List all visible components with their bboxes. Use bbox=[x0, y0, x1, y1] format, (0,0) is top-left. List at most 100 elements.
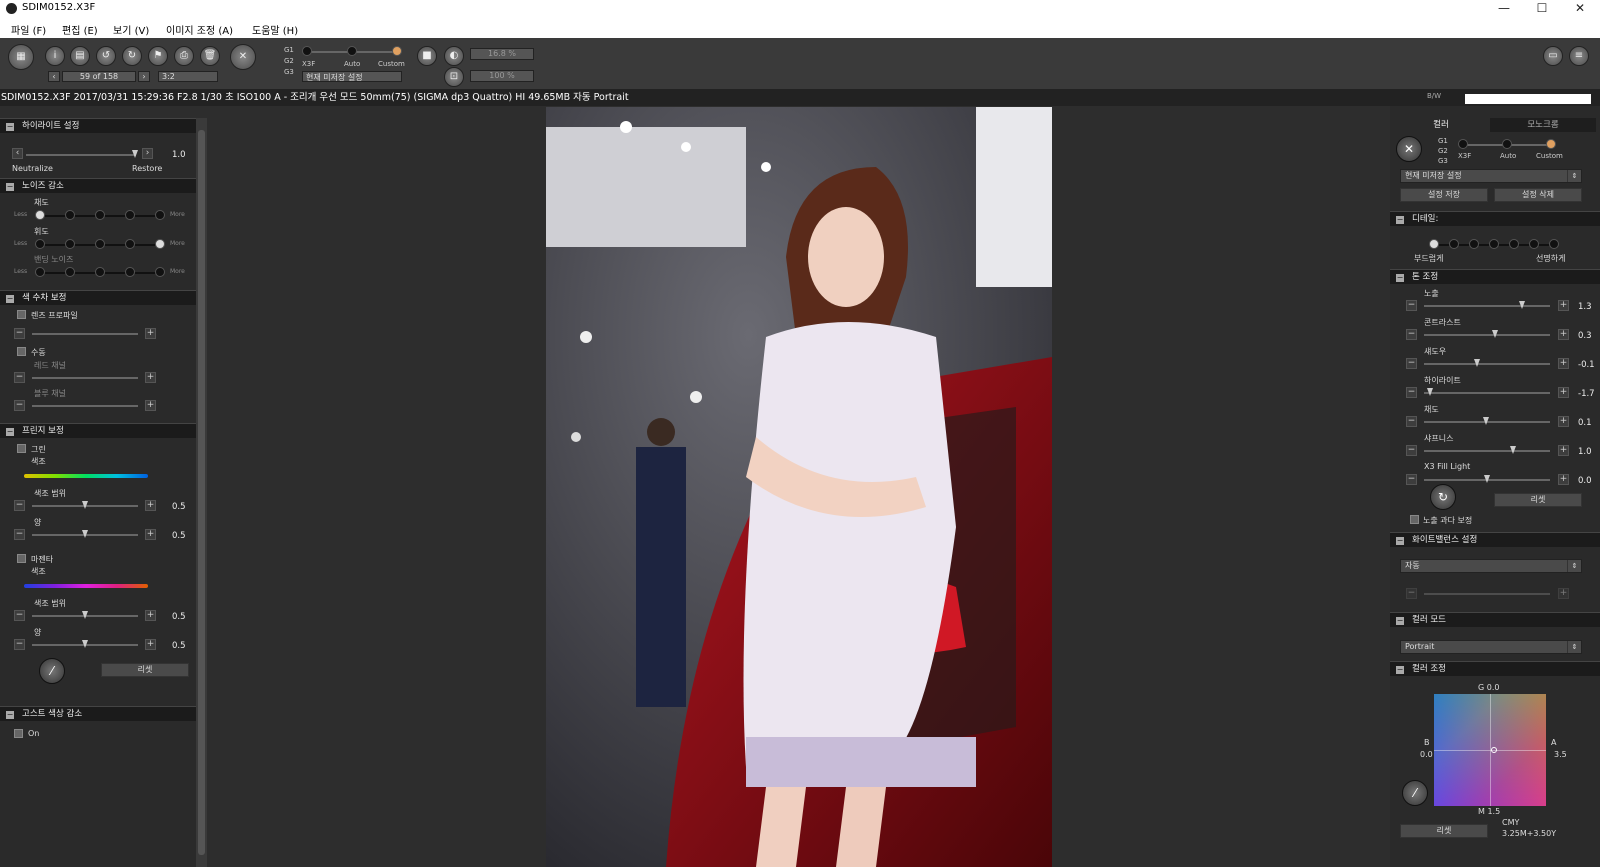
auto-tone-icon[interactable]: ↻ bbox=[1430, 484, 1456, 510]
red-plus-button[interactable]: + bbox=[145, 372, 156, 383]
menu-file[interactable]: 파일 (F) bbox=[11, 22, 46, 37]
collapse-icon[interactable]: − bbox=[6, 295, 14, 303]
collapse-icon[interactable]: − bbox=[6, 183, 14, 191]
film-icon[interactable]: ▦ bbox=[8, 44, 34, 70]
green-hue-gradient[interactable] bbox=[24, 474, 148, 478]
slider-knob[interactable] bbox=[82, 501, 88, 509]
rotate-left-icon[interactable]: ↺ bbox=[96, 46, 116, 66]
next-image-button[interactable]: › bbox=[138, 71, 150, 82]
screen-icon[interactable]: ▭ bbox=[1543, 46, 1563, 66]
zoom-fit-value[interactable]: 16.8 % bbox=[470, 48, 534, 60]
luminance-noise-dot-5[interactable] bbox=[155, 239, 165, 249]
info-icon[interactable]: i bbox=[45, 46, 65, 66]
luminance-noise-dot-4[interactable] bbox=[125, 239, 135, 249]
detail-dot-5[interactable] bbox=[1509, 239, 1519, 249]
tone-minus-button[interactable]: − bbox=[1406, 300, 1417, 311]
mode-auto-dot[interactable] bbox=[347, 46, 357, 56]
slider-knob[interactable] bbox=[82, 530, 88, 538]
tone-minus-button[interactable]: − bbox=[1406, 445, 1417, 456]
detail-dot-2[interactable] bbox=[1449, 239, 1459, 249]
luminance-noise-dot-1[interactable] bbox=[35, 239, 45, 249]
minimize-button[interactable]: — bbox=[1486, 0, 1522, 18]
detail-dot-1[interactable] bbox=[1429, 239, 1439, 249]
manual-checkbox[interactable] bbox=[17, 347, 26, 356]
color-point[interactable] bbox=[1491, 747, 1497, 753]
delete-settings-button[interactable]: 설정 삭제 bbox=[1494, 188, 1582, 202]
red-channel-slider[interactable] bbox=[32, 377, 138, 379]
tone-minus-button[interactable]: − bbox=[1406, 358, 1417, 369]
ratio-select[interactable]: 3:2 bbox=[158, 71, 218, 82]
detail-dot-6[interactable] bbox=[1529, 239, 1539, 249]
menu-image-adjust[interactable]: 이미지 조정 (A) bbox=[166, 22, 233, 37]
highlight-right-arrow[interactable]: › bbox=[142, 148, 153, 159]
luminance-noise-dot-2[interactable] bbox=[65, 239, 75, 249]
fringe-reset-button[interactable]: 리셋 bbox=[101, 663, 189, 677]
collapse-icon[interactable]: − bbox=[1396, 274, 1404, 282]
left-panel-scrollbar[interactable] bbox=[196, 118, 207, 867]
mode-x3f-dot[interactable] bbox=[302, 46, 312, 56]
tone-plus-button[interactable]: + bbox=[1558, 329, 1569, 340]
highlight-section-header[interactable]: − 하이라이트 설정 bbox=[0, 118, 196, 133]
mode-custom-dot[interactable] bbox=[392, 46, 402, 56]
tone-slider[interactable] bbox=[1424, 450, 1550, 452]
ghost-section-header[interactable]: − 고스트 색상 감소 bbox=[0, 706, 196, 721]
mode-x3f-dot[interactable] bbox=[1458, 139, 1468, 149]
tone-section-header[interactable]: − 톤 조정 bbox=[1390, 269, 1600, 284]
overexposure-checkbox[interactable] bbox=[1410, 515, 1419, 524]
colormode-select[interactable]: Portrait ⇕ bbox=[1400, 640, 1582, 654]
chroma-noise-dot-4[interactable] bbox=[125, 210, 135, 220]
tone-slider-knob[interactable] bbox=[1427, 388, 1433, 396]
chroma-section-header[interactable]: − 색 수차 보정 bbox=[0, 290, 196, 305]
blue-plus-button[interactable]: + bbox=[145, 400, 156, 411]
lens-slider[interactable] bbox=[32, 333, 138, 335]
print-icon[interactable]: ⎙ bbox=[174, 46, 194, 66]
noise-section-header[interactable]: − 노이즈 감소 bbox=[0, 178, 196, 193]
plus-button[interactable]: + bbox=[145, 500, 156, 511]
photo-preview[interactable] bbox=[546, 107, 1052, 867]
magenta-checkbox[interactable] bbox=[17, 554, 26, 563]
tone-minus-button[interactable]: − bbox=[1406, 474, 1417, 485]
tone-plus-button[interactable]: + bbox=[1558, 445, 1569, 456]
collapse-icon[interactable]: − bbox=[1396, 666, 1404, 674]
tone-slider-knob[interactable] bbox=[1483, 417, 1489, 425]
blue-channel-slider[interactable] bbox=[32, 405, 138, 407]
plus-button[interactable]: + bbox=[145, 529, 156, 540]
magenta-hue-gradient[interactable] bbox=[24, 584, 148, 588]
sigma-x-icon[interactable]: ✕ bbox=[1396, 136, 1422, 162]
collapse-icon[interactable]: − bbox=[6, 711, 14, 719]
detail-dot-3[interactable] bbox=[1469, 239, 1479, 249]
highlight-slider[interactable] bbox=[26, 154, 136, 156]
stop-icon[interactable]: ■ bbox=[417, 46, 437, 66]
crop-icon[interactable]: ◐ bbox=[444, 46, 464, 66]
wb-slider[interactable] bbox=[1424, 593, 1550, 595]
chroma-noise-dot-1[interactable] bbox=[35, 210, 45, 220]
chroma-noise-dot-2[interactable] bbox=[65, 210, 75, 220]
scrollbar-thumb[interactable] bbox=[198, 130, 205, 855]
wb-section-header[interactable]: − 화이트밸런스 설정 bbox=[1390, 532, 1600, 547]
maximize-button[interactable]: ☐ bbox=[1524, 0, 1560, 18]
minus-button[interactable]: − bbox=[14, 529, 25, 540]
tone-slider-knob[interactable] bbox=[1492, 330, 1498, 338]
delete-icon[interactable]: 🗑 bbox=[200, 46, 220, 66]
luminance-noise-dot-3[interactable] bbox=[95, 239, 105, 249]
lens-profile-checkbox[interactable] bbox=[17, 310, 26, 319]
tone-plus-button[interactable]: + bbox=[1558, 358, 1569, 369]
eyedropper-icon[interactable]: ⁄ bbox=[39, 658, 65, 684]
banding-noise-dot-4[interactable] bbox=[125, 267, 135, 277]
fringe-section-header[interactable]: − 프린지 보정 bbox=[0, 423, 196, 438]
minus-button[interactable]: − bbox=[14, 500, 25, 511]
preset-select[interactable]: 현재 미저장 설정 bbox=[302, 71, 402, 82]
detail-section-header[interactable]: − 디테일: bbox=[1390, 211, 1600, 226]
rotate-right-icon[interactable]: ↻ bbox=[122, 46, 142, 66]
green-checkbox[interactable] bbox=[17, 444, 26, 453]
tone-slider-knob[interactable] bbox=[1474, 359, 1480, 367]
plus-button[interactable]: + bbox=[145, 639, 156, 650]
banding-noise-dot-2[interactable] bbox=[65, 267, 75, 277]
tone-minus-button[interactable]: − bbox=[1406, 387, 1417, 398]
tone-slider[interactable] bbox=[1424, 334, 1550, 336]
red-minus-button[interactable]: − bbox=[14, 372, 25, 383]
chroma-noise-dot-3[interactable] bbox=[95, 210, 105, 220]
coloradj-reset-button[interactable]: 리셋 bbox=[1400, 824, 1488, 838]
tone-plus-button[interactable]: + bbox=[1558, 416, 1569, 427]
minus-button[interactable]: − bbox=[14, 610, 25, 621]
